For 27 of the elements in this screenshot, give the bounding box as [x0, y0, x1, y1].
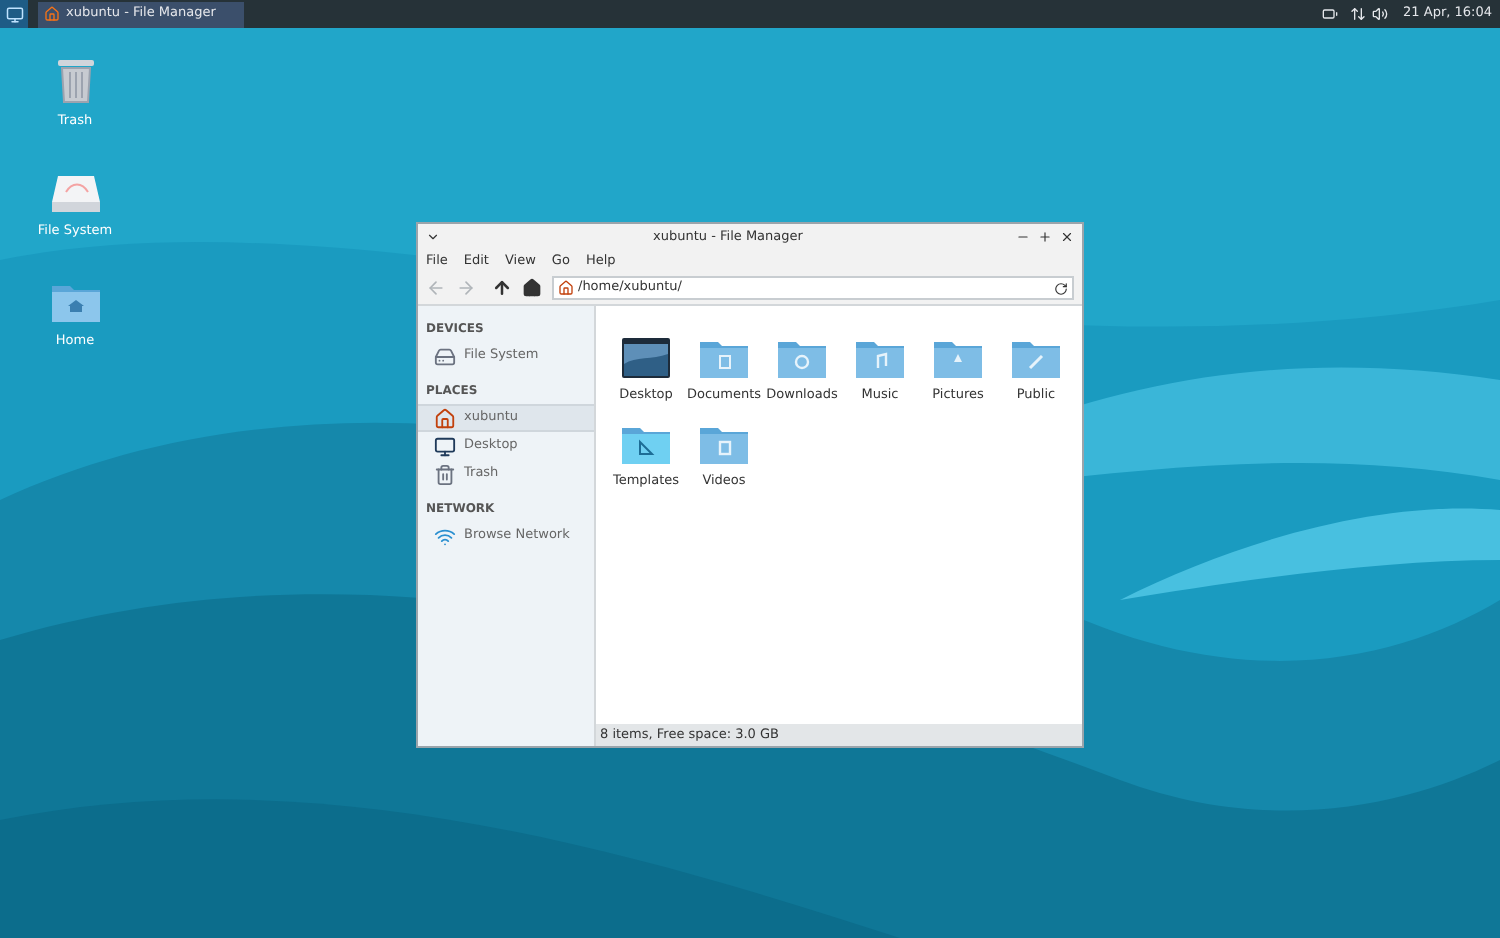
reload-icon[interactable]: [1054, 281, 1068, 295]
window-menu-icon[interactable]: [426, 230, 440, 244]
drive-icon: [434, 345, 456, 367]
battery-icon: [1321, 6, 1338, 22]
home-icon: [558, 280, 574, 296]
network-icon: [1349, 6, 1366, 22]
trash-icon: [55, 56, 95, 105]
network-icon: [434, 525, 456, 547]
folder-icon: [776, 336, 828, 380]
folder-icon: [1010, 336, 1062, 380]
folder-icon: [854, 336, 906, 380]
applications-menu-button[interactable]: [0, 0, 28, 28]
home-icon: [434, 407, 456, 429]
desktop-folder-icon: [620, 336, 672, 380]
monitor-icon: [434, 435, 456, 457]
drive-icon: [49, 174, 101, 215]
close-icon[interactable]: [1060, 230, 1074, 244]
home-icon: [44, 6, 60, 22]
volume-icon: [1371, 6, 1388, 22]
folder-icon: [698, 336, 750, 380]
home-icon[interactable]: [522, 278, 542, 298]
trash-icon: [434, 463, 456, 485]
folder-icon: [932, 336, 984, 380]
maximize-icon[interactable]: [1038, 230, 1052, 244]
up-icon[interactable]: [492, 278, 512, 298]
minimize-icon[interactable]: [1016, 230, 1030, 244]
menu-icon: [5, 5, 23, 23]
